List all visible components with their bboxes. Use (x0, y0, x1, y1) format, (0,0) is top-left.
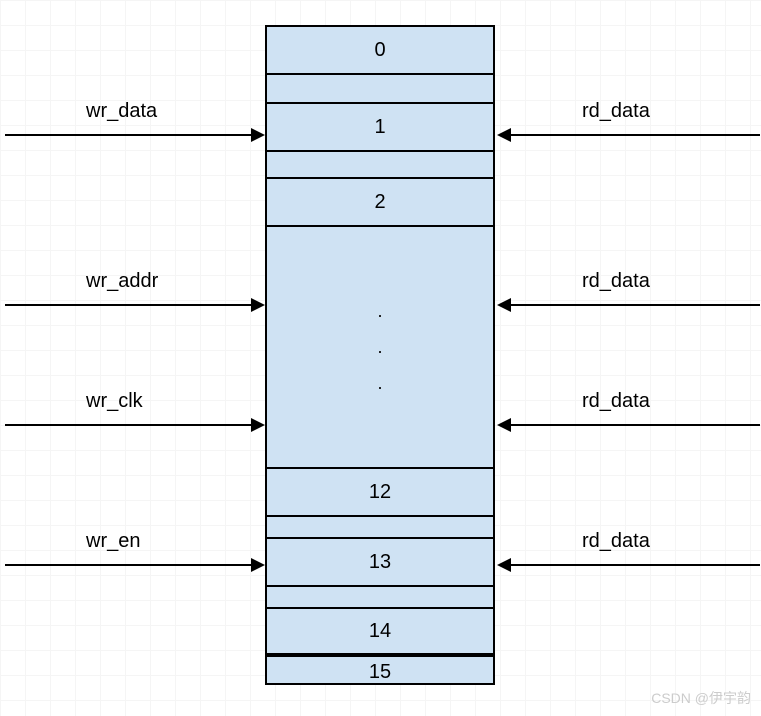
label-wr-en: wr_en (86, 530, 140, 553)
ellipsis: ... (377, 293, 382, 401)
memory-cell-0: 0 (267, 27, 493, 75)
memory-cell-2: 2 (267, 177, 493, 227)
label-rd-data-2: rd_data (582, 390, 650, 413)
memory-ellipsis-area: ... (267, 227, 493, 467)
label-rd-data-0: rd_data (582, 100, 650, 123)
memory-block: 0 1 2 ... 12 13 14 15 (265, 25, 495, 685)
memory-cell-15: 15 (267, 655, 493, 687)
label-wr-clk: wr_clk (86, 390, 143, 413)
label-wr-data: wr_data (86, 100, 157, 123)
memory-cell-14: 14 (267, 607, 493, 655)
label-wr-addr: wr_addr (86, 270, 158, 293)
label-rd-data-3: rd_data (582, 530, 650, 553)
memory-cell-1: 1 (267, 102, 493, 152)
watermark: CSDN @伊宇韵 (651, 688, 751, 708)
memory-cell-12: 12 (267, 467, 493, 517)
label-rd-data-1: rd_data (582, 270, 650, 293)
memory-cell-13: 13 (267, 537, 493, 587)
